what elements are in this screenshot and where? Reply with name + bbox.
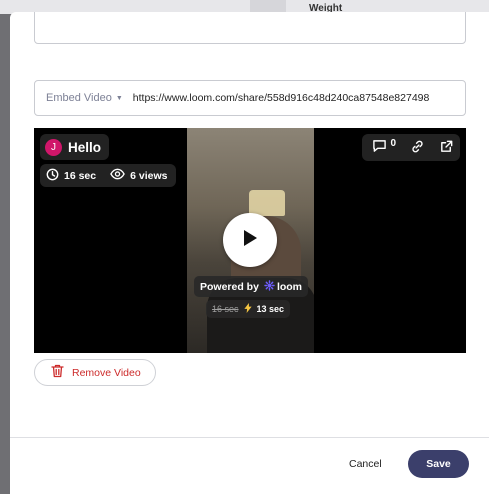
comment-button[interactable]: 0 — [372, 138, 396, 156]
previous-field[interactable] — [34, 12, 466, 44]
video-stats: 16 sec 6 views — [40, 164, 176, 187]
thumbnail-lamp — [249, 190, 285, 216]
views-stat: 6 views — [110, 168, 168, 183]
play-icon — [241, 228, 259, 253]
fast-duration: 13 sec — [256, 304, 285, 314]
chevron-down-icon: ▼ — [115, 94, 123, 102]
comment-icon — [372, 139, 387, 156]
powered-by-text: Powered by — [200, 280, 259, 293]
footer-divider — [10, 437, 489, 438]
video-player[interactable]: J Hello 16 sec 6 views 0 Powered by loom… — [34, 128, 466, 353]
play-button[interactable] — [223, 213, 277, 267]
duration-text: 16 sec — [64, 169, 97, 182]
embed-type-select[interactable]: Embed Video ▼ — [35, 81, 131, 115]
speed-duration-badge: 16 sec 13 sec — [206, 300, 291, 318]
views-text: 6 views — [130, 169, 168, 182]
open-external-button[interactable] — [439, 139, 454, 157]
video-title-badge: J Hello — [40, 134, 110, 160]
clock-icon — [46, 168, 59, 184]
remove-video-button[interactable]: Remove Video — [34, 359, 156, 386]
trash-icon — [51, 364, 64, 381]
eye-icon — [110, 168, 125, 183]
external-link-icon — [439, 139, 454, 157]
link-icon — [410, 139, 425, 157]
video-title: Hello — [68, 139, 102, 155]
original-duration: 16 sec — [212, 304, 239, 314]
video-url-input[interactable] — [130, 92, 465, 104]
loom-brand-text: loom — [276, 280, 303, 293]
duration-stat: 16 sec — [46, 168, 96, 184]
powered-by-loom-badge[interactable]: Powered by loom — [194, 276, 309, 297]
loom-logo-icon — [264, 279, 275, 294]
edit-video-modal: Embed Video ▼ J Hello 16 sec — [10, 12, 489, 494]
embed-video-field: Embed Video ▼ — [34, 80, 466, 116]
lightning-icon — [243, 303, 252, 315]
copy-link-button[interactable] — [410, 139, 425, 157]
embed-type-label: Embed Video — [46, 92, 112, 104]
remove-video-label: Remove Video — [72, 366, 141, 379]
loom-logo: loom — [264, 279, 303, 294]
cancel-button[interactable]: Cancel — [345, 452, 386, 476]
comment-count: 0 — [390, 138, 396, 149]
video-actions: 0 — [362, 134, 460, 161]
save-button[interactable]: Save — [408, 450, 469, 478]
avatar: J — [45, 138, 62, 156]
